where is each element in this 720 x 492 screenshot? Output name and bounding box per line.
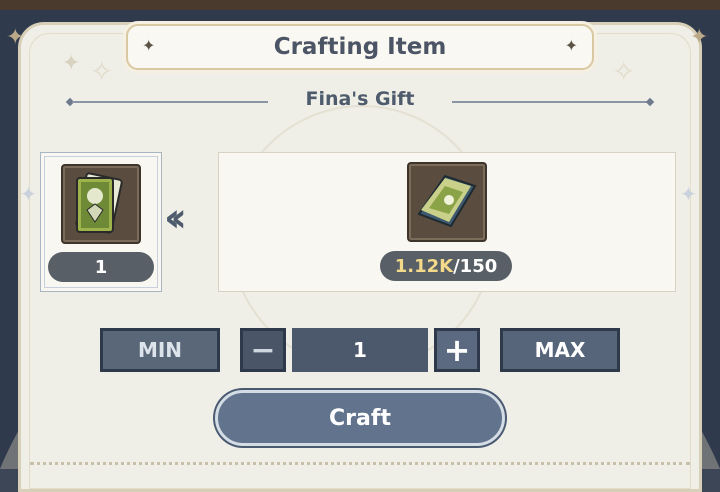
tarot-card-icon bbox=[61, 164, 141, 244]
max-button[interactable]: MAX bbox=[500, 328, 620, 372]
sparkle-icon: ✦ bbox=[62, 51, 81, 76]
corner-star-icon: ✦ bbox=[6, 25, 25, 50]
owned-amount: 1.12K bbox=[394, 255, 454, 277]
plus-button[interactable]: + bbox=[434, 328, 480, 372]
title-star-icon: ✦ bbox=[564, 36, 578, 55]
tarot-card-art bbox=[75, 172, 123, 234]
required-amount: /150 bbox=[453, 255, 498, 277]
quantity-value[interactable]: 1 bbox=[292, 328, 428, 372]
craft-button[interactable]: Craft bbox=[215, 390, 505, 446]
recipe-name: Fina's Gift bbox=[305, 88, 415, 110]
crafting-screen: ✦ ✦ ✦ ✧ ✧ ✦ ✦ ✦ Crafting Item ✦ Fina's G… bbox=[0, 0, 720, 492]
divider-line-right bbox=[452, 101, 648, 103]
minus-button[interactable]: − bbox=[240, 328, 286, 372]
card-material-art bbox=[417, 174, 477, 228]
double-chevron-left-icon: ‹‹ bbox=[164, 195, 187, 241]
sparkle-icon: ✦ bbox=[680, 182, 697, 206]
card-material-icon bbox=[407, 162, 487, 242]
sparkle-icon: ✧ bbox=[90, 55, 114, 88]
min-button[interactable]: MIN bbox=[100, 328, 220, 372]
divider-line-left bbox=[72, 101, 268, 103]
sparkle-icon: ✧ bbox=[612, 55, 636, 88]
material-count: 1.12K /150 bbox=[380, 251, 512, 281]
top-border bbox=[0, 0, 720, 10]
corner-star-icon: ✦ bbox=[690, 25, 709, 50]
sparkle-icon: ✦ bbox=[20, 182, 37, 206]
source-item-count: 1 bbox=[48, 252, 154, 282]
bottom-divider bbox=[30, 462, 690, 469]
title-plate: ✦ Crafting Item ✦ bbox=[126, 24, 594, 70]
page-title: Crafting Item bbox=[273, 34, 447, 60]
